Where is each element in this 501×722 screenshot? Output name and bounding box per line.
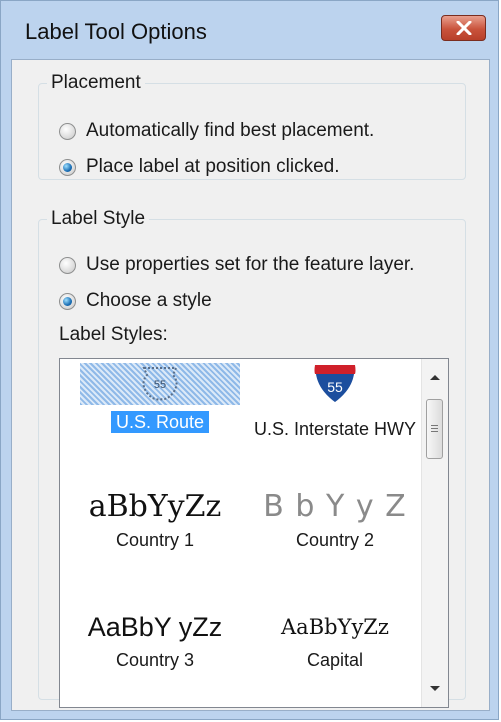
interstate-number: 55 bbox=[327, 379, 343, 395]
us-route-shield-icon: 55 bbox=[142, 367, 178, 401]
radio-label: Automatically find best placement. bbox=[86, 120, 375, 141]
capital-preview: AaBbYyZz bbox=[281, 615, 389, 639]
country-2-preview: B b Y y Z bbox=[263, 489, 407, 524]
radio-auto-placement[interactable]: Automatically find best placement. bbox=[59, 118, 374, 144]
radio-button[interactable] bbox=[59, 256, 76, 274]
item-caption: U.S. Interstate HWY bbox=[253, 419, 417, 439]
scroll-up-arrow-icon[interactable] bbox=[430, 375, 440, 380]
label-style-legend: Label Style bbox=[51, 208, 146, 229]
grip-line bbox=[431, 428, 438, 429]
list-item-us-interstate[interactable]: 55 U.S. Interstate HWY bbox=[245, 363, 425, 440]
item-caption: Country 2 bbox=[295, 530, 375, 550]
window-title: Label Tool Options bbox=[25, 19, 207, 44]
list-item-country-3[interactable]: AaBbY yZz Country 3 bbox=[60, 607, 250, 671]
list-item-us-route[interactable]: 55 U.S. Route bbox=[70, 363, 250, 433]
scroll-down-arrow-icon[interactable] bbox=[430, 686, 440, 691]
us-route-number: 55 bbox=[154, 379, 166, 391]
label-styles-caption: Label Styles: bbox=[59, 324, 168, 345]
title-bar[interactable]: Label Tool Options bbox=[1, 1, 498, 59]
item-caption: Country 3 bbox=[115, 650, 195, 670]
selected-preview-background: 55 bbox=[80, 363, 240, 405]
close-button[interactable] bbox=[441, 15, 486, 41]
item-caption: Capital bbox=[306, 650, 364, 670]
radio-button[interactable] bbox=[59, 292, 76, 310]
label-styles-listbox[interactable]: 55 U.S. Route 55 U.S. Interstate HWY aBb… bbox=[59, 358, 449, 708]
close-icon bbox=[456, 21, 472, 35]
placement-group: Placement Automatically find best placem… bbox=[38, 72, 466, 180]
scrollbar-thumb[interactable] bbox=[426, 399, 443, 459]
radio-place-at-click[interactable]: Place label at position clicked. bbox=[59, 154, 339, 180]
item-caption: Country 1 bbox=[115, 530, 195, 550]
country-3-preview: AaBbY yZz bbox=[87, 612, 223, 642]
label-tool-options-dialog: Label Tool Options Placement Automatical… bbox=[0, 0, 499, 720]
list-item-country-2[interactable]: B b Y y Z Country 2 bbox=[245, 487, 425, 551]
item-caption: U.S. Route bbox=[110, 411, 210, 433]
interstate-shield-icon: 55 bbox=[314, 364, 356, 404]
list-item-country-1[interactable]: aBbYyZz Country 1 bbox=[60, 487, 250, 551]
radio-button[interactable] bbox=[59, 122, 76, 140]
radio-label: Use properties set for the feature layer… bbox=[86, 254, 415, 275]
dialog-body: Placement Automatically find best placem… bbox=[11, 59, 490, 711]
list-item-capital[interactable]: AaBbYyZz Capital bbox=[245, 607, 425, 671]
radio-button[interactable] bbox=[59, 158, 76, 176]
label-style-group: Label Style Use properties set for the f… bbox=[38, 208, 466, 708]
radio-label: Choose a style bbox=[86, 290, 212, 311]
placement-legend: Placement bbox=[51, 72, 141, 93]
radio-label: Place label at position clicked. bbox=[86, 156, 340, 177]
grip-line bbox=[431, 425, 438, 426]
radio-use-layer-properties[interactable]: Use properties set for the feature layer… bbox=[59, 252, 414, 278]
country-1-preview: aBbYyZz bbox=[88, 489, 222, 524]
vertical-scrollbar[interactable] bbox=[421, 359, 448, 707]
radio-choose-style[interactable]: Choose a style bbox=[59, 288, 212, 314]
grip-line bbox=[431, 431, 438, 432]
